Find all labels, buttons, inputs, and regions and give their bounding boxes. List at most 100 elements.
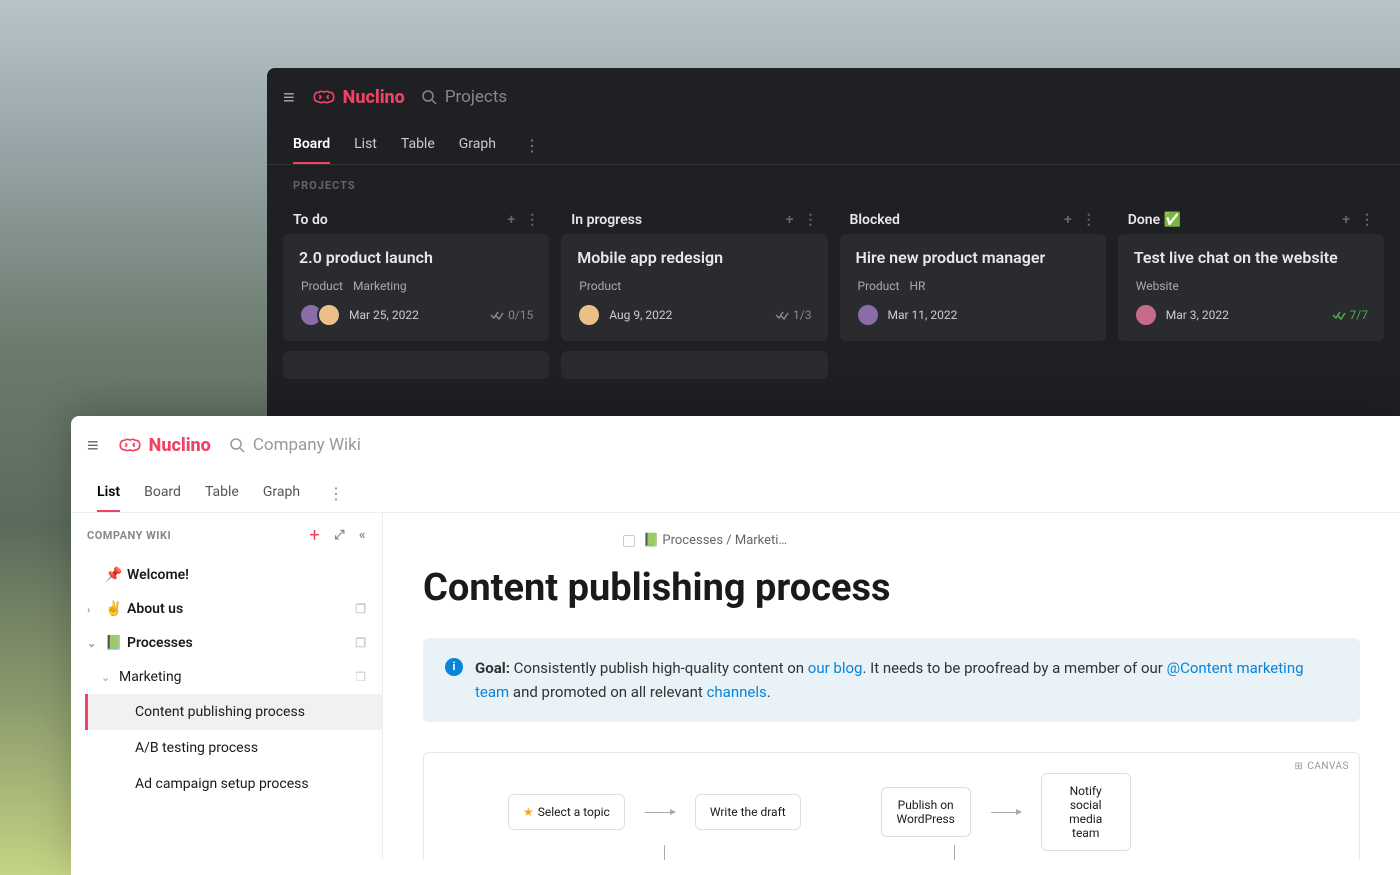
tab-board[interactable]: Board bbox=[293, 126, 330, 164]
add-card-icon[interactable]: + bbox=[508, 212, 516, 228]
sidebar: COMPANY WIKI + ⤢ « 📌Welcome! ›✌️About us… bbox=[71, 513, 383, 860]
add-page-icon[interactable]: + bbox=[309, 525, 320, 546]
wiki-window: ≡ Nuclino Company Wiki List Board Table … bbox=[71, 416, 1400, 875]
document-main: 📗 Processes / Marketi… Content publishin… bbox=[383, 513, 1400, 860]
tab-table[interactable]: Table bbox=[401, 126, 435, 164]
sidebar-item-processes[interactable]: ⌄📗Processes ❐ bbox=[71, 626, 382, 660]
checkbox-icon[interactable] bbox=[623, 535, 635, 547]
expand-icon[interactable]: ⤢ bbox=[334, 528, 345, 543]
section-label: PROJECTS bbox=[267, 165, 1400, 200]
tab-table[interactable]: Table bbox=[205, 474, 239, 512]
column-in-progress: In progress + ⋮ Mobile app redesign Produ… bbox=[561, 206, 827, 379]
add-card-icon[interactable]: + bbox=[1342, 212, 1350, 228]
card[interactable]: Mobile app redesign Product Aug 9, 2022 … bbox=[561, 234, 827, 341]
chevron-down-icon[interactable]: ⌄ bbox=[87, 637, 99, 650]
tab-list[interactable]: List bbox=[354, 126, 377, 164]
avatar bbox=[1134, 303, 1158, 327]
star-icon: ★ bbox=[523, 805, 534, 819]
canvas-diagram[interactable]: ⊞ CANVAS ★Select a topic Write the draft… bbox=[423, 752, 1360, 860]
brain-icon bbox=[117, 436, 143, 454]
topbar: ≡ Nuclino Projects bbox=[267, 68, 1400, 126]
canvas-node[interactable]: Write the draft bbox=[695, 794, 801, 830]
add-card-icon[interactable]: + bbox=[1064, 212, 1072, 228]
card[interactable]: 2.0 product launch ProductMarketing Mar … bbox=[283, 234, 549, 341]
tab-more-icon[interactable]: ⋮ bbox=[324, 484, 348, 503]
column-title[interactable]: In progress bbox=[571, 212, 642, 228]
tab-graph[interactable]: Graph bbox=[459, 126, 496, 164]
book-icon: 📗 bbox=[105, 635, 121, 651]
menu-button[interactable]: ≡ bbox=[87, 433, 99, 458]
canvas-node[interactable]: Notify social media team bbox=[1041, 773, 1131, 851]
avatar bbox=[577, 303, 601, 327]
card[interactable]: Hire new product manager ProductHR Mar 1… bbox=[840, 234, 1106, 341]
column-menu-icon[interactable]: ⋮ bbox=[525, 212, 539, 228]
avatar bbox=[856, 303, 880, 327]
add-card-icon[interactable]: + bbox=[786, 212, 794, 228]
chevron-right-icon[interactable]: › bbox=[87, 603, 99, 616]
sidebar-label: COMPANY WIKI bbox=[87, 529, 171, 542]
card-progress: 1/3 bbox=[775, 308, 811, 322]
link-channels[interactable]: channels bbox=[707, 683, 767, 701]
card-tags: ProductMarketing bbox=[301, 279, 533, 293]
sidebar-item-ab-testing[interactable]: A/B testing process bbox=[85, 730, 382, 766]
menu-button[interactable]: ≡ bbox=[283, 85, 295, 110]
checklist-icon bbox=[1332, 310, 1346, 320]
sidebar-item-marketing[interactable]: ⌄Marketing ❐ bbox=[85, 660, 382, 694]
info-callout: i Goal: Consistently publish high-qualit… bbox=[423, 638, 1360, 722]
chevron-down-icon[interactable]: ⌄ bbox=[101, 671, 113, 684]
view-tabs: Board List Table Graph ⋮ bbox=[267, 126, 1400, 165]
column-title[interactable]: Blocked bbox=[850, 212, 900, 228]
brand-logo[interactable]: Nuclino bbox=[311, 87, 405, 108]
board-columns: To do + ⋮ 2.0 product launch ProductMarke… bbox=[267, 200, 1400, 385]
view-tabs: List Board Table Graph ⋮ bbox=[71, 474, 1400, 513]
copy-icon[interactable]: ❐ bbox=[355, 602, 366, 616]
column-menu-icon[interactable]: ⋮ bbox=[1360, 212, 1374, 228]
topbar: ≡ Nuclino Company Wiki bbox=[71, 416, 1400, 474]
search[interactable]: Company Wiki bbox=[229, 435, 361, 455]
collapse-icon[interactable]: « bbox=[359, 528, 366, 543]
avatar-stack bbox=[1134, 303, 1158, 327]
sidebar-item-about[interactable]: ›✌️About us ❐ bbox=[71, 592, 382, 626]
column-blocked: Blocked + ⋮ Hire new product manager Prod… bbox=[840, 206, 1106, 379]
copy-icon[interactable]: ❐ bbox=[355, 636, 366, 650]
arrow-icon bbox=[991, 812, 1021, 813]
search[interactable]: Projects bbox=[421, 87, 507, 107]
tab-board[interactable]: Board bbox=[144, 474, 181, 512]
avatar bbox=[317, 303, 341, 327]
card-progress: 7/7 bbox=[1332, 308, 1368, 322]
callout-text: Goal: Consistently publish high-quality … bbox=[475, 656, 1338, 704]
checklist-icon bbox=[775, 310, 789, 320]
sidebar-item-ad-campaign[interactable]: Ad campaign setup process bbox=[85, 766, 382, 802]
victory-icon: ✌️ bbox=[105, 601, 121, 617]
link-blog[interactable]: our blog bbox=[808, 659, 863, 677]
column-title[interactable]: To do bbox=[293, 212, 328, 228]
card-progress: 0/15 bbox=[490, 308, 533, 322]
sidebar-item-content-publishing[interactable]: Content publishing process bbox=[85, 694, 382, 730]
card-date: Mar 25, 2022 bbox=[349, 308, 419, 322]
canvas-label: ⊞ CANVAS bbox=[1294, 761, 1349, 772]
column-menu-icon[interactable]: ⋮ bbox=[1082, 212, 1096, 228]
arrow-down-icon bbox=[664, 845, 665, 860]
page-title[interactable]: Content publishing process bbox=[423, 566, 1360, 610]
avatar-stack bbox=[856, 303, 880, 327]
canvas-node[interactable]: ★Select a topic bbox=[508, 794, 625, 830]
card[interactable]: Test live chat on the website Website Ma… bbox=[1118, 234, 1384, 341]
brand-logo[interactable]: Nuclino bbox=[117, 435, 211, 456]
canvas-node[interactable]: Publish on WordPress bbox=[881, 787, 971, 837]
card[interactable] bbox=[283, 351, 549, 379]
sidebar-item-welcome[interactable]: 📌Welcome! bbox=[71, 558, 382, 592]
card[interactable] bbox=[561, 351, 827, 379]
arrow-down-icon bbox=[954, 845, 955, 860]
breadcrumb[interactable]: 📗 Processes / Marketi… bbox=[623, 533, 1360, 548]
card-date: Aug 9, 2022 bbox=[609, 308, 672, 322]
tab-more-icon[interactable]: ⋮ bbox=[520, 136, 544, 155]
tab-graph[interactable]: Graph bbox=[263, 474, 300, 512]
pin-icon: 📌 bbox=[105, 567, 121, 583]
column-menu-icon[interactable]: ⋮ bbox=[804, 212, 818, 228]
copy-icon[interactable]: ❐ bbox=[355, 670, 366, 684]
card-tags: Product bbox=[579, 279, 811, 293]
tab-list[interactable]: List bbox=[97, 474, 120, 512]
column-title[interactable]: Done ✅ bbox=[1128, 212, 1181, 228]
search-icon bbox=[229, 437, 245, 453]
search-icon bbox=[421, 89, 437, 105]
